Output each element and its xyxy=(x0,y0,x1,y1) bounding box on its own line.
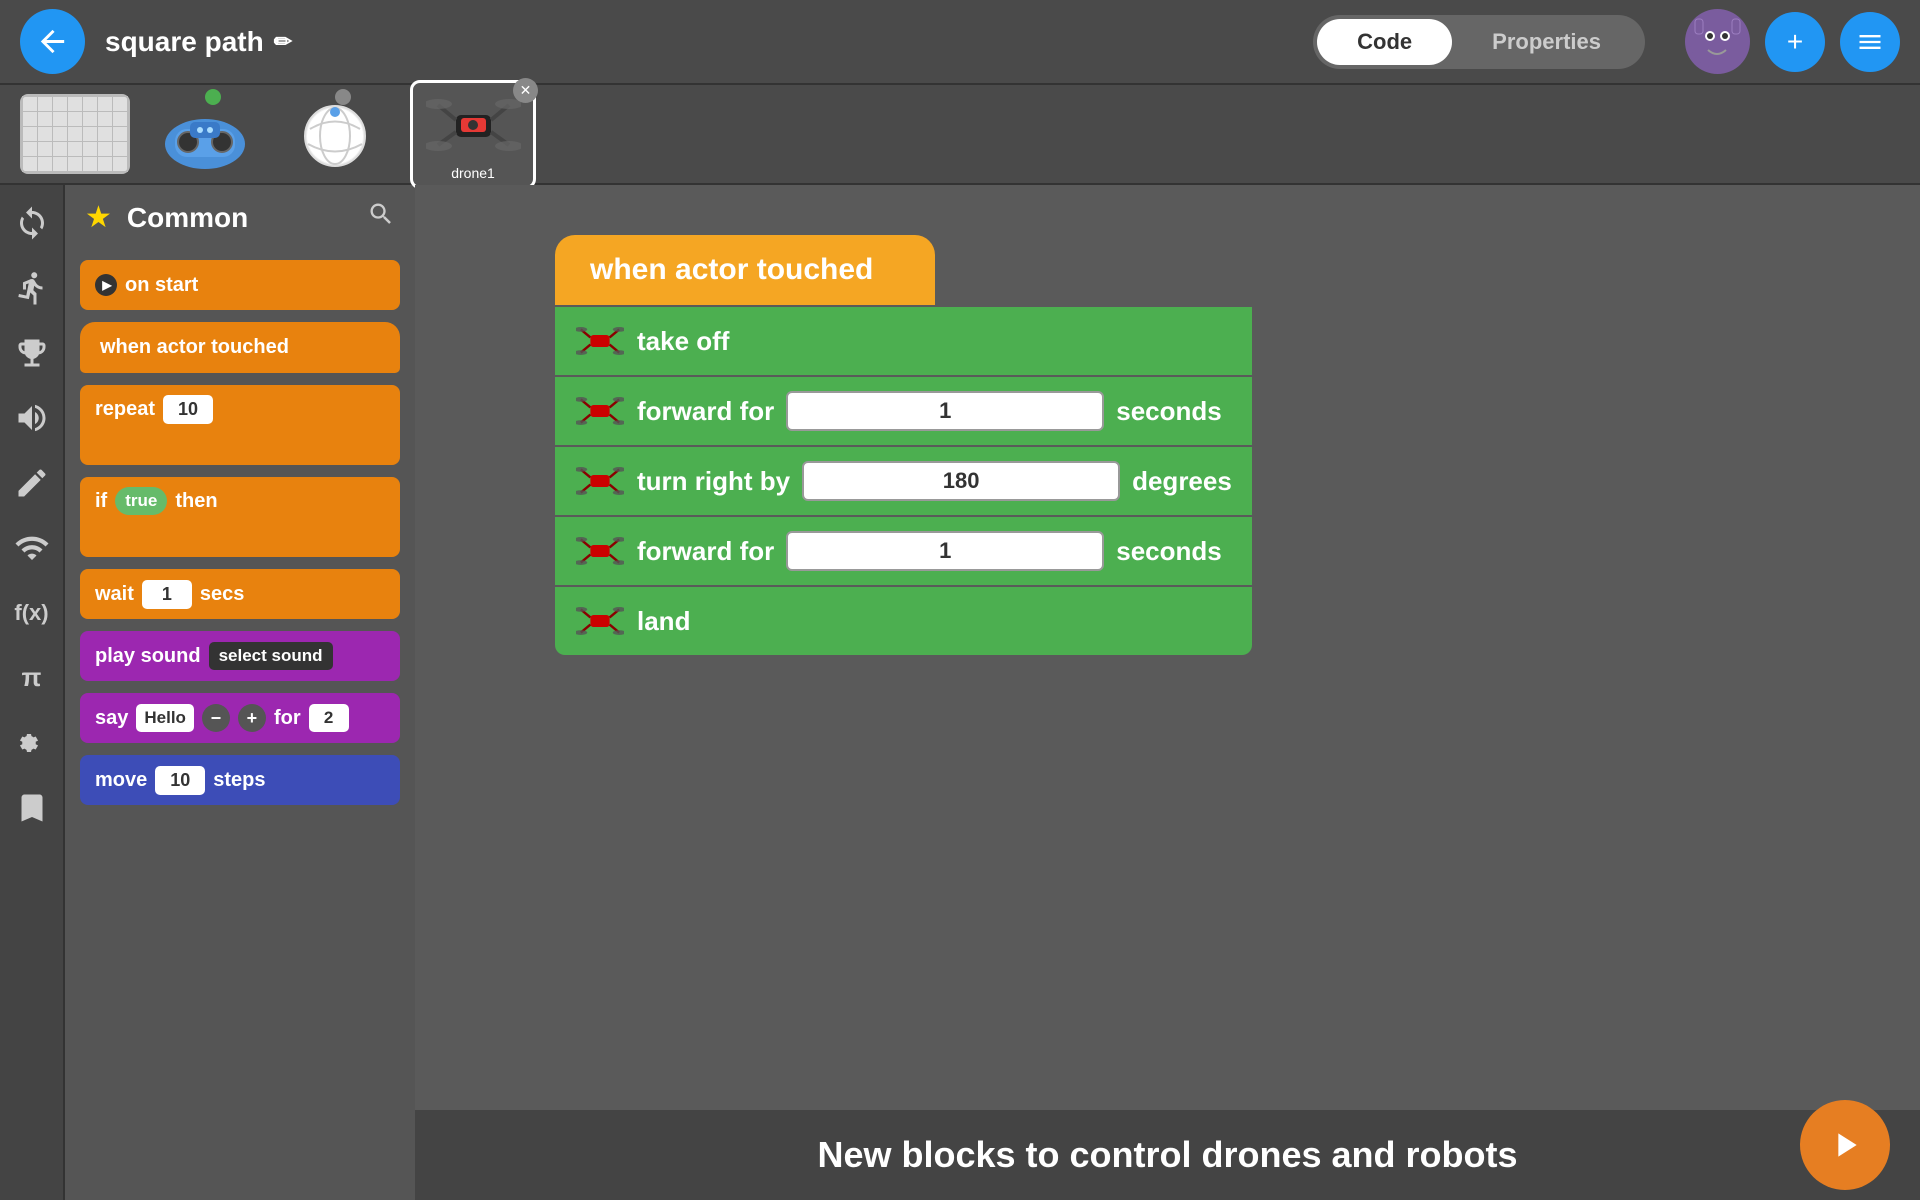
canvas-turn-input[interactable] xyxy=(802,461,1120,501)
canvas-block-take-off[interactable]: take off xyxy=(555,307,1252,375)
nav-icon-trophy[interactable] xyxy=(9,330,54,375)
block-repeat[interactable]: repeat xyxy=(80,385,400,465)
tab-code[interactable]: Code xyxy=(1317,19,1452,65)
wait-suffix: secs xyxy=(200,583,245,606)
drone-icon-2 xyxy=(575,391,625,431)
drone-icon-4 xyxy=(575,531,625,571)
sound-selector[interactable]: select sound xyxy=(209,642,333,670)
drone-label: drone1 xyxy=(418,165,528,181)
drone-icon-3 xyxy=(575,461,625,501)
canvas-forward1-suffix: seconds xyxy=(1116,396,1222,427)
project-title-text: square path xyxy=(105,26,264,58)
canvas-trigger-label: when actor touched xyxy=(590,253,873,287)
project-title: square path ✏ xyxy=(105,26,292,58)
say-for-label: for xyxy=(274,707,301,730)
block-on-start-label: on start xyxy=(125,274,198,297)
canvas-forward2-input[interactable] xyxy=(786,531,1104,571)
nav-icon-sound[interactable] xyxy=(9,395,54,440)
say-minus-btn[interactable]: − xyxy=(202,704,230,732)
nav-icon-wireless[interactable] xyxy=(9,525,54,570)
move-input[interactable] xyxy=(155,766,205,795)
drone-icon-1 xyxy=(575,321,625,361)
say-plus-btn[interactable]: + xyxy=(238,704,266,732)
device-drone-selected[interactable]: ✕ drone1 xyxy=(410,80,536,189)
on-start-icon xyxy=(95,274,117,296)
if-body xyxy=(115,515,385,540)
code-canvas: when actor touched xyxy=(415,185,1920,1200)
canvas-forward1-input[interactable] xyxy=(786,391,1104,431)
star-icon: ★ xyxy=(85,200,112,235)
nav-icon-function[interactable]: f(x) xyxy=(9,590,54,635)
drone-icon-5 xyxy=(575,601,625,641)
device-bar: ✕ drone1 xyxy=(0,85,1920,185)
canvas-land-label: land xyxy=(637,606,690,637)
canvas-turn-label: turn right by xyxy=(637,466,790,497)
nav-icon-pen[interactable] xyxy=(9,460,54,505)
wait-input[interactable] xyxy=(142,580,192,609)
canvas-block-forward1[interactable]: forward for seconds xyxy=(555,377,1252,445)
canvas-forward1-label: forward for xyxy=(637,396,774,427)
top-right-area: + xyxy=(1685,9,1900,74)
canvas-take-off-label: take off xyxy=(637,326,729,357)
canvas-trigger[interactable]: when actor touched xyxy=(555,235,935,305)
block-if-then[interactable]: if true then xyxy=(80,477,400,557)
move-label: move xyxy=(95,769,147,792)
say-label: say xyxy=(95,707,128,730)
avatar xyxy=(1685,9,1750,74)
repeat-label: repeat xyxy=(95,398,155,421)
block-when-actor-touched-label: when actor touched xyxy=(100,336,289,359)
device-close-button[interactable]: ✕ xyxy=(513,78,538,103)
main-area: f(x) π ★ Common on start xyxy=(0,185,1920,1200)
canvas-block-land[interactable]: land xyxy=(555,587,1252,655)
block-move[interactable]: move steps xyxy=(80,755,400,805)
nav-icon-pi[interactable]: π xyxy=(9,655,54,700)
wait-label: wait xyxy=(95,583,134,606)
category-label: Common xyxy=(127,202,352,234)
nav-icon-atom[interactable] xyxy=(9,720,54,765)
add-button[interactable]: + xyxy=(1765,12,1825,72)
canvas-forward2-label: forward for xyxy=(637,536,774,567)
device-robot[interactable] xyxy=(150,94,260,174)
canvas-block-forward2[interactable]: forward for seconds xyxy=(555,517,1252,585)
nav-icon-loop[interactable] xyxy=(9,200,54,245)
blocks-list: on start when actor touched repeat if tr… xyxy=(65,250,415,1200)
if-label: if xyxy=(95,490,107,513)
tab-group: Code Properties xyxy=(1313,15,1645,69)
canvas-turn-suffix: degrees xyxy=(1132,466,1232,497)
block-say[interactable]: say Hello − + for 2 xyxy=(80,693,400,743)
block-on-start[interactable]: on start xyxy=(80,260,400,310)
play-sound-label: play sound xyxy=(95,645,201,668)
canvas-forward2-suffix: seconds xyxy=(1116,536,1222,567)
nav-icon-bookmark[interactable] xyxy=(9,785,54,830)
search-icon[interactable] xyxy=(367,200,395,235)
device-grid[interactable] xyxy=(20,94,130,174)
menu-button[interactable] xyxy=(1840,12,1900,72)
play-button[interactable] xyxy=(1800,1100,1890,1190)
device-ball[interactable] xyxy=(280,94,390,174)
bottom-message: New blocks to control drones and robots xyxy=(817,1134,1517,1176)
pencil-icon: ✏ xyxy=(274,29,292,55)
if-condition[interactable]: true xyxy=(115,487,167,515)
block-wait[interactable]: wait secs xyxy=(80,569,400,619)
block-when-actor-touched[interactable]: when actor touched xyxy=(80,322,400,373)
left-nav: f(x) π xyxy=(0,185,65,1200)
repeat-input[interactable] xyxy=(163,395,213,424)
then-label: then xyxy=(175,490,217,513)
say-num-value[interactable]: 2 xyxy=(309,704,349,732)
nav-icon-person[interactable] xyxy=(9,265,54,310)
say-hello-value[interactable]: Hello xyxy=(136,704,194,732)
bottom-bar: New blocks to control drones and robots xyxy=(415,1110,1920,1200)
blocks-header: ★ Common xyxy=(65,185,415,250)
move-suffix: steps xyxy=(213,769,265,792)
tab-properties[interactable]: Properties xyxy=(1452,19,1641,65)
back-button[interactable] xyxy=(20,9,85,74)
repeat-body xyxy=(115,424,385,449)
blocks-panel: ★ Common on start when actor touched rep… xyxy=(65,185,415,1200)
block-play-sound[interactable]: play sound select sound xyxy=(80,631,400,681)
canvas-blocks: when actor touched xyxy=(555,235,1252,655)
canvas-block-turn-right[interactable]: turn right by degrees xyxy=(555,447,1252,515)
top-bar: square path ✏ Code Properties + xyxy=(0,0,1920,85)
